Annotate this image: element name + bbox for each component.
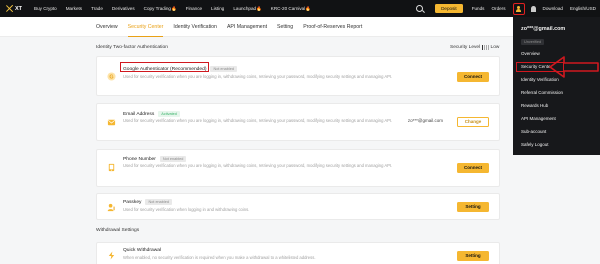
- xt-logo-icon: [6, 5, 13, 12]
- phone-card: Phone Number Not enabled Used for securi…: [96, 149, 500, 187]
- phone-title: Phone Number: [123, 156, 156, 162]
- security-level-value: Low: [490, 45, 500, 50]
- card-title-row: Email Address Activated: [123, 111, 180, 117]
- svg-text:G: G: [109, 74, 113, 80]
- google-authenticator-icon: G: [107, 72, 116, 81]
- tab-proof-of-reserves[interactable]: Proof-of-Reserves Report: [303, 17, 362, 37]
- bell-icon[interactable]: [530, 5, 536, 12]
- tab-identity-verification[interactable]: Identity Verification: [173, 17, 217, 37]
- envelope-icon: [107, 119, 116, 126]
- logo[interactable]: XT: [6, 5, 34, 12]
- tab-overview[interactable]: Overview: [96, 17, 118, 37]
- nav-krc20-carnival[interactable]: KRC-20 Carnival🔥: [271, 6, 311, 12]
- nav-copy-trading[interactable]: Copy Trading🔥: [144, 6, 177, 12]
- nav-download[interactable]: Download: [543, 6, 563, 11]
- card-title-row: Passkey Not enabled: [123, 199, 172, 205]
- nav-buy-crypto[interactable]: Buy Crypto: [34, 6, 57, 11]
- nav-orders[interactable]: Orders: [491, 6, 505, 11]
- top-navbar: XT Buy Crypto Markets Trade Derivatives …: [0, 0, 600, 17]
- tab-api-management[interactable]: API Management: [227, 17, 267, 37]
- email-card: Email Address Activated Used for securit…: [96, 103, 500, 141]
- account-button[interactable]: [512, 2, 525, 15]
- nav-right-group: Deposit Funds Orders Download English/US…: [416, 0, 600, 17]
- card-description: When enabled, no security verification i…: [123, 255, 316, 260]
- connect-phone-button[interactable]: Connect: [457, 163, 489, 173]
- account-dropdown-menu: zo***@gmail.com Unverified Overview Secu…: [513, 17, 600, 155]
- status-badge: Not enabled: [145, 199, 172, 205]
- verification-status-badge: Unverified: [521, 39, 545, 45]
- section-title-2fa: Identity Two-factor Authentication: [96, 45, 168, 50]
- status-badge: Not enabled: [159, 156, 187, 162]
- nav-derivatives[interactable]: Derivatives: [112, 6, 135, 11]
- security-level-label: Security Level: [450, 45, 481, 50]
- menu-item-safely-logout[interactable]: Safely Logout: [521, 142, 549, 147]
- card-description: Used for security verification when you …: [123, 74, 393, 79]
- email-title: Email Address: [123, 111, 155, 117]
- user-avatar-icon: [516, 5, 522, 12]
- nav-language-currency[interactable]: English/USD: [570, 6, 596, 11]
- menu-item-sub-account[interactable]: Sub-account: [521, 129, 546, 134]
- passkey-card: Passkey Not enabled Used for security ve…: [96, 193, 500, 220]
- change-email-button[interactable]: Change: [457, 117, 489, 127]
- nav-listing[interactable]: Listing: [211, 6, 224, 11]
- menu-item-api-management[interactable]: API Management: [521, 116, 556, 121]
- highlight-box: [120, 62, 209, 72]
- passkey-icon: [107, 203, 115, 212]
- account-subnav: Overview Security Center Identity Verifi…: [0, 17, 600, 37]
- status-badge: Activated: [158, 111, 180, 117]
- level-bar: [487, 45, 489, 50]
- card-description: Used for security verification when logg…: [123, 207, 250, 212]
- nav-trade[interactable]: Trade: [91, 6, 103, 11]
- status-badge: Not enabled: [210, 66, 237, 72]
- logo-text: XT: [15, 5, 23, 12]
- dropdown-email: zo***@gmail.com: [521, 26, 566, 32]
- nav-finance[interactable]: Finance: [186, 6, 202, 11]
- quick-withdrawal-title: Quick Withdrawal: [123, 248, 162, 253]
- quick-withdrawal-card: Quick Withdrawal When enabled, no securi…: [96, 242, 500, 264]
- menu-item-referral-commission[interactable]: Referral Commission: [521, 90, 563, 95]
- quick-withdrawal-setting-button[interactable]: Setting: [457, 251, 489, 261]
- tab-security-center[interactable]: Security Center: [127, 17, 164, 37]
- annotation-arrow-icon: [549, 56, 599, 78]
- passkey-title: Passkey: [123, 199, 142, 205]
- deposit-button[interactable]: Deposit: [435, 4, 463, 13]
- menu-item-overview[interactable]: Overview: [521, 51, 540, 56]
- passkey-setting-button[interactable]: Setting: [457, 202, 489, 212]
- nav-markets[interactable]: Markets: [66, 6, 82, 11]
- search-icon[interactable]: [416, 5, 424, 12]
- lightning-icon: [108, 251, 115, 260]
- menu-item-rewards-hub[interactable]: Rewards Hub: [521, 103, 548, 108]
- masked-email: zo***@gmail.com: [407, 118, 443, 123]
- tab-setting[interactable]: Setting: [277, 17, 293, 37]
- card-title-row: Phone Number Not enabled: [123, 156, 187, 162]
- security-level: Security Level Low: [450, 45, 499, 50]
- security-level-bars: [482, 45, 489, 50]
- section-title-withdrawal: Withdrawal Settings: [96, 228, 140, 233]
- card-title-row: Quick Withdrawal: [123, 248, 161, 253]
- nav-launchpad[interactable]: Launchpad🔥: [233, 6, 261, 12]
- connect-google-button[interactable]: Connect: [457, 72, 489, 82]
- nav-funds[interactable]: Funds: [472, 6, 485, 11]
- card-description: Used for security verification when you …: [123, 163, 393, 168]
- phone-icon: [108, 163, 115, 172]
